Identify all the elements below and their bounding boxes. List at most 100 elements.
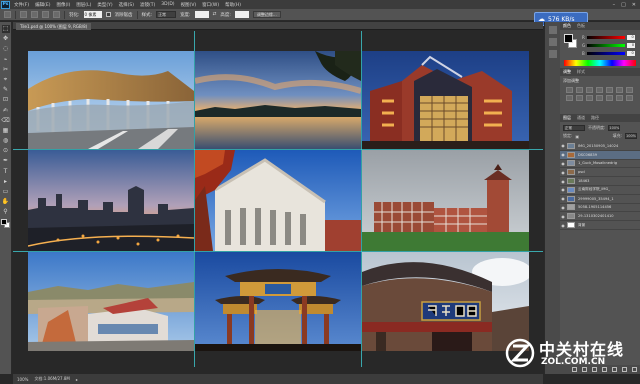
tool-icon[interactable]: ◌ xyxy=(2,45,10,53)
menu-item[interactable]: 滤镜(T) xyxy=(140,2,155,8)
eye-icon[interactable]: ◉ xyxy=(560,179,566,184)
menu-item[interactable]: 图像(I) xyxy=(56,2,70,8)
color-spectrum[interactable] xyxy=(564,60,636,66)
slider-value[interactable]: 0 xyxy=(626,34,635,40)
maximize-icon[interactable]: □ xyxy=(621,2,626,8)
eye-icon[interactable]: ◉ xyxy=(560,214,566,219)
tab-color[interactable]: 颜色 xyxy=(563,22,571,30)
menu-item[interactable]: 文件(F) xyxy=(14,2,29,8)
tool-icon[interactable]: ⊙ xyxy=(2,147,10,155)
tool-icon[interactable]: ⬚ xyxy=(1,25,10,33)
adjustment-icon[interactable] xyxy=(586,87,593,93)
tool-icon[interactable]: ✋ xyxy=(2,198,10,206)
layer-name[interactable]: 云南财经学院_IMG_ xyxy=(578,187,636,192)
tool-icon[interactable]: ▭ xyxy=(2,188,10,196)
adjustment-icon[interactable] xyxy=(576,95,583,101)
adjustment-icon[interactable] xyxy=(616,87,623,93)
slider-green[interactable]: G 0 xyxy=(582,42,637,48)
adjustment-icon[interactable] xyxy=(586,95,593,101)
status-arrow-icon[interactable]: ▸ xyxy=(76,377,78,382)
feather-input[interactable]: 0 像素 xyxy=(83,11,102,18)
layer-name[interactable]: 5058-1905114456 xyxy=(578,205,636,209)
layer-row[interactable]: ◉ 29999005_35494_1 xyxy=(560,195,640,204)
tool-icon[interactable]: ✂ xyxy=(2,66,10,74)
zoom-level[interactable]: 100% xyxy=(17,377,28,382)
menu-item[interactable]: 编辑(E) xyxy=(35,2,50,8)
eye-icon[interactable]: ◉ xyxy=(560,143,566,148)
width-input[interactable] xyxy=(194,11,209,18)
layer-name[interactable]: 1_Guck_Mosaiknedrig xyxy=(578,161,636,165)
eye-icon[interactable]: ◉ xyxy=(560,161,566,166)
layer-name[interactable]: 29-1310302401410 xyxy=(578,214,636,218)
layer-thumbnail[interactable] xyxy=(567,204,575,211)
layer-row[interactable]: ◉ 5058-1905114456 xyxy=(560,204,640,213)
layer-name[interactable]: 29999005_35494_1 xyxy=(578,197,636,201)
adjustment-icon[interactable] xyxy=(616,95,623,101)
adjustment-icon[interactable] xyxy=(626,95,633,101)
photo-chinese-gate[interactable] xyxy=(195,252,361,351)
layer-name[interactable]: IMG_20150905_14024 xyxy=(578,144,636,148)
layer-thumbnail[interactable] xyxy=(567,186,575,193)
menu-item[interactable]: 窗口(W) xyxy=(202,2,219,8)
foreground-color[interactable] xyxy=(0,219,7,226)
blend-mode-select[interactable]: 正常 xyxy=(563,125,585,131)
photo-city-skyline[interactable] xyxy=(28,150,194,251)
tool-icon[interactable]: ✒ xyxy=(2,157,10,165)
layer-thumbnail[interactable] xyxy=(567,160,575,167)
menu-item[interactable]: 图层(L) xyxy=(76,2,91,8)
marquee-tool-icon[interactable] xyxy=(4,11,11,18)
guide-horizontal[interactable] xyxy=(13,149,543,150)
tool-icon[interactable]: ◍ xyxy=(2,137,10,145)
swap-icon[interactable]: ⇄ xyxy=(213,12,217,17)
tab-channels[interactable]: 通道 xyxy=(577,114,585,122)
guide-vertical[interactable] xyxy=(361,31,362,367)
tab-adjustments[interactable]: 调整 xyxy=(563,68,571,76)
adjustment-icon[interactable] xyxy=(566,87,573,93)
add-selection-icon[interactable] xyxy=(31,11,38,18)
eye-icon[interactable]: ◉ xyxy=(560,170,566,175)
menu-item[interactable]: 类型(Y) xyxy=(97,2,112,8)
tool-icon[interactable]: ⚲ xyxy=(2,208,10,216)
slider-track[interactable] xyxy=(586,51,625,55)
guide-horizontal[interactable] xyxy=(13,251,543,252)
tool-icon[interactable]: ✥ xyxy=(2,35,10,43)
photo-brick-tower[interactable] xyxy=(362,150,529,251)
menu-item[interactable]: 选择(S) xyxy=(119,2,134,8)
color-swatches[interactable] xyxy=(0,219,11,229)
tool-icon[interactable]: ▸ xyxy=(2,178,10,186)
layer-row[interactable]: ◉ 云南财经学院_IMG_ xyxy=(560,186,640,195)
tool-icon[interactable]: ✍ xyxy=(2,107,10,115)
canvas[interactable] xyxy=(13,31,543,367)
tab-swatches[interactable]: 色板 xyxy=(577,22,585,30)
layer-row[interactable]: ◉ 1_Guck_Mosaiknedrig xyxy=(560,160,640,169)
tab-layers[interactable]: 图层 xyxy=(563,114,571,122)
layer-thumbnail[interactable] xyxy=(567,178,575,185)
slider-value[interactable]: 0 xyxy=(626,50,635,56)
menu-item[interactable]: 视图(V) xyxy=(181,2,197,8)
layer-name[interactable]: DSC06839 xyxy=(578,153,636,157)
slider-track[interactable] xyxy=(587,43,626,47)
tab-paths[interactable]: 路径 xyxy=(591,114,599,122)
layer-row[interactable]: ◉ 背景 xyxy=(560,221,640,230)
adjustment-icon[interactable] xyxy=(606,95,613,101)
adjustment-icon[interactable] xyxy=(606,87,613,93)
layer-name[interactable]: pscl xyxy=(578,170,636,174)
eye-icon[interactable]: ◉ xyxy=(560,187,566,192)
layer-row[interactable]: ◉ 18463 xyxy=(560,177,640,186)
canvas-area[interactable] xyxy=(13,31,543,367)
photo-airport-roof[interactable] xyxy=(28,51,194,149)
subtract-selection-icon[interactable] xyxy=(42,11,49,18)
photo-classical-building[interactable] xyxy=(195,150,361,251)
layer-row[interactable]: ◉ pscl xyxy=(560,168,640,178)
slider-blue[interactable]: B 0 xyxy=(582,50,637,56)
adjustment-icon[interactable] xyxy=(566,95,573,101)
layer-name[interactable]: 背景 xyxy=(578,223,636,228)
photo-campus-mountains[interactable] xyxy=(28,252,194,351)
eye-icon[interactable]: ◉ xyxy=(560,196,566,201)
menu-item[interactable]: 帮助(H) xyxy=(225,2,241,8)
eye-icon[interactable]: ◉ xyxy=(560,205,566,210)
tool-icon[interactable]: ⌫ xyxy=(1,117,9,125)
style-select[interactable]: 正常 xyxy=(156,11,177,18)
slider-value[interactable]: 0 xyxy=(627,42,636,48)
history-icon[interactable] xyxy=(548,26,557,34)
